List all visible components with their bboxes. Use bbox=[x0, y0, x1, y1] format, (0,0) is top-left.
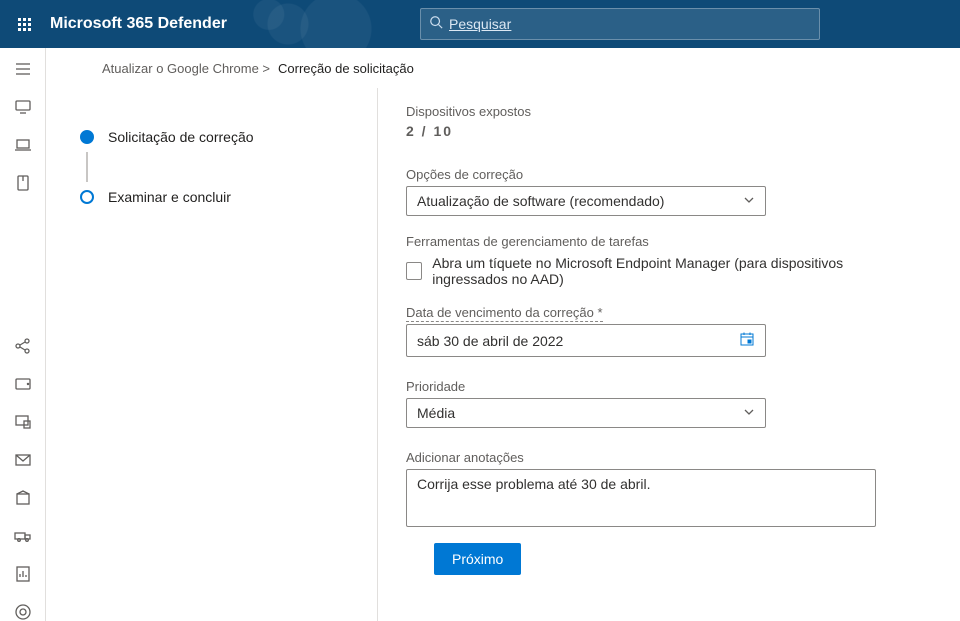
hamburger-icon[interactable] bbox=[14, 60, 32, 78]
remediation-options-select[interactable]: Atualização de software (recomendado) bbox=[406, 186, 766, 216]
form-footer: Próximo bbox=[406, 527, 920, 595]
notes-textarea[interactable]: Corrija esse problema até 30 de abril. bbox=[406, 469, 876, 527]
search-icon bbox=[429, 15, 443, 34]
monitor-icon[interactable] bbox=[14, 413, 32, 431]
breadcrumb-current: Correção de solicitação bbox=[278, 61, 414, 76]
app-launcher-button[interactable] bbox=[0, 18, 48, 31]
select-value: Atualização de software (recomendado) bbox=[417, 193, 664, 209]
wizard-steps: Solicitação de correção Examinar e concl… bbox=[46, 88, 378, 621]
remediation-form: Dispositivos expostos 2 / 10 Opções de c… bbox=[378, 88, 960, 621]
priority-label: Prioridade bbox=[406, 379, 920, 394]
step-label: Solicitação de correção bbox=[108, 129, 254, 145]
due-date-input[interactable]: sáb 30 de abril de 2022 bbox=[406, 324, 766, 357]
exposed-devices-label: Dispositivos expostos bbox=[406, 104, 920, 119]
due-date-label-text: Data de vencimento da correção * bbox=[406, 305, 603, 322]
step-request[interactable]: Solicitação de correção bbox=[80, 122, 357, 152]
product-title: Microsoft 365 Defender bbox=[50, 15, 227, 33]
notes-value: Corrija esse problema até 30 de abril. bbox=[417, 476, 650, 492]
laptop-icon[interactable] bbox=[14, 136, 32, 154]
search-input[interactable] bbox=[449, 16, 811, 32]
waffle-icon bbox=[18, 18, 31, 31]
step-review[interactable]: Examinar e concluir bbox=[80, 182, 357, 212]
mail-icon[interactable] bbox=[14, 451, 32, 469]
top-header: Microsoft 365 Defender bbox=[0, 0, 960, 48]
left-nav-rail bbox=[0, 48, 46, 621]
ticket-checkbox-row[interactable]: Abra um tíquete no Microsoft Endpoint Ma… bbox=[406, 255, 920, 287]
truck-icon[interactable] bbox=[14, 527, 32, 545]
device-icon[interactable] bbox=[14, 98, 32, 116]
date-value: sáb 30 de abril de 2022 bbox=[417, 333, 563, 349]
step-label: Examinar e concluir bbox=[108, 189, 231, 205]
global-search[interactable] bbox=[420, 8, 820, 40]
next-button[interactable]: Próximo bbox=[434, 543, 521, 575]
ticket-checkbox-label: Abra um tíquete no Microsoft Endpoint Ma… bbox=[432, 255, 920, 287]
breadcrumb-parent[interactable]: Atualizar o Google Chrome > bbox=[102, 61, 270, 76]
step-dot-icon bbox=[80, 190, 94, 204]
task-tools-label: Ferramentas de gerenciamento de tarefas bbox=[406, 234, 920, 249]
priority-select[interactable]: Média bbox=[406, 398, 766, 428]
page-body: Atualizar o Google Chrome > Correção de … bbox=[46, 48, 960, 621]
breadcrumb: Atualizar o Google Chrome > Correção de … bbox=[46, 48, 960, 88]
calendar-icon bbox=[739, 331, 755, 350]
tablet-icon[interactable] bbox=[14, 375, 32, 393]
policy-icon[interactable] bbox=[14, 174, 32, 192]
step-dot-icon bbox=[80, 130, 94, 144]
select-value: Média bbox=[417, 405, 455, 421]
remediation-options-label: Opções de correção bbox=[406, 167, 920, 182]
settings-icon[interactable] bbox=[14, 603, 32, 621]
notes-label: Adicionar anotações bbox=[406, 450, 920, 465]
checkbox-icon[interactable] bbox=[406, 262, 422, 280]
exposed-devices-count: 2 / 10 bbox=[406, 123, 920, 139]
share-icon[interactable] bbox=[14, 337, 32, 355]
chevron-down-icon bbox=[743, 405, 755, 421]
report-icon[interactable] bbox=[14, 565, 32, 583]
package-icon[interactable] bbox=[14, 489, 32, 507]
step-connector bbox=[86, 152, 88, 182]
chevron-down-icon bbox=[743, 193, 755, 209]
due-date-label: Data de vencimento da correção * bbox=[406, 305, 920, 320]
